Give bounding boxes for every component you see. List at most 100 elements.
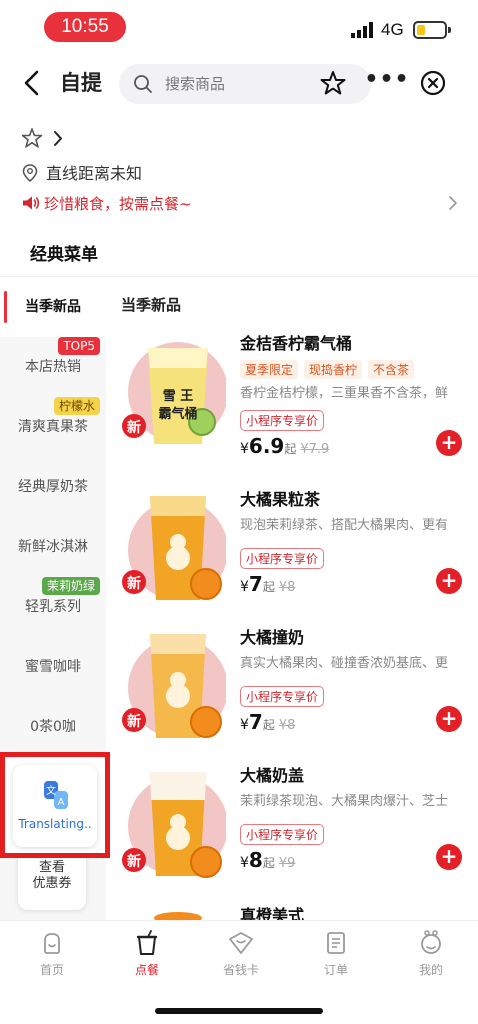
tab-orders[interactable]: 订单 — [301, 929, 371, 985]
product-card[interactable]: 雪 王 霸气桶 新 金桔香柠霸气桶 夏季限定 现捣香柠 不含茶 香柠金桔柠檬，三… — [106, 330, 478, 470]
add-to-cart-button[interactable]: + — [436, 844, 462, 870]
bottom-tab-bar: 首页 点餐 省钱卡 订单 我的 — [0, 920, 478, 992]
tab-home[interactable]: 首页 — [17, 929, 87, 985]
svg-text:文: 文 — [46, 784, 56, 797]
product-name: 大橘奶盖 — [240, 766, 305, 785]
order-icon — [327, 932, 345, 954]
home-icon — [44, 933, 60, 954]
add-to-cart-button[interactable]: + — [436, 706, 462, 732]
view-coupons-button[interactable]: 查看 优惠券 — [18, 850, 86, 910]
sidebar-item-light-milk[interactable]: 茉莉奶绿 轻乳系列 — [0, 577, 106, 637]
price-amount: 8 — [248, 848, 263, 872]
currency-symbol: ¥ — [240, 579, 249, 595]
original-price: ¥8 — [278, 580, 296, 595]
add-to-cart-button[interactable]: + — [436, 568, 462, 594]
signal-icon — [351, 22, 373, 38]
new-badge: 新 — [127, 575, 141, 592]
more-options-icon[interactable]: ••• — [361, 65, 413, 101]
network-type: 4G — [381, 20, 404, 39]
new-badge: 新 — [127, 853, 141, 870]
sidebar-item-fruit-tea[interactable]: 柠檬水 清爽真果茶 — [0, 397, 106, 457]
back-arrow-icon[interactable] — [18, 68, 48, 98]
translating-overlay[interactable]: 文 A Translating.. — [0, 752, 110, 858]
speaker-icon — [23, 196, 40, 210]
search-input[interactable] — [165, 64, 315, 104]
new-badge: 新 — [127, 419, 141, 436]
mini-program-price-tag: 小程序专享价 — [240, 410, 325, 431]
sidebar-item-hot[interactable]: TOP5 本店热销 — [0, 337, 106, 397]
home-indicator[interactable] — [155, 1008, 323, 1014]
product-card[interactable]: 真橙美式 — [106, 900, 478, 920]
translate-app-icon: 文 A — [44, 781, 68, 809]
cup-icon — [136, 930, 158, 955]
product-price: ¥7起 ¥8 — [240, 710, 295, 734]
tab-savings-card[interactable]: 省钱卡 — [206, 929, 276, 985]
tab-profile[interactable]: 我的 — [396, 929, 466, 985]
sidebar-item-label: 当季新品 — [25, 299, 81, 315]
svg-text:A: A — [58, 797, 65, 808]
price-from: 起 — [262, 580, 275, 594]
product-price: ¥7起 ¥8 — [240, 572, 295, 596]
top5-badge: TOP5 — [58, 337, 100, 355]
tab-label: 我的 — [418, 963, 443, 977]
tab-label: 省钱卡 — [222, 963, 259, 977]
tab-classic-menu[interactable]: 经典菜单 — [30, 240, 98, 265]
notice-text: 珍惜粮食，按需点餐~ — [44, 195, 192, 213]
store-favorite-row[interactable] — [22, 128, 82, 150]
product-image: 新 — [122, 496, 226, 600]
sidebar-item-coffee[interactable]: 蜜雪咖啡 — [0, 637, 106, 697]
price-amount: 7 — [248, 572, 263, 596]
product-description: 现泡茉莉绿茶、搭配大橘果肉、更有 — [240, 518, 449, 533]
sidebar-item-label: 蜜雪咖啡 — [25, 659, 81, 675]
battery-icon — [413, 21, 451, 39]
tab-label: 首页 — [39, 963, 64, 977]
sidebar-item-label: 本店热销 — [25, 359, 81, 375]
search-icon — [134, 75, 152, 93]
add-to-cart-button[interactable]: + — [436, 430, 462, 456]
savings-card-icon — [229, 932, 253, 954]
currency-symbol: ¥ — [240, 717, 249, 733]
product-tags: 夏季限定 现捣香柠 不含茶 — [240, 360, 415, 379]
miniprogram-capsule: ••• — [361, 65, 464, 101]
sidebar-item-zero[interactable]: 0茶0咖 — [0, 697, 106, 757]
product-description: 香柠金桔柠檬，三重果香不含茶，鲜 — [240, 386, 449, 401]
new-badge: 新 — [127, 713, 141, 730]
product-image: 雪 王 霸气桶 新 — [122, 342, 226, 444]
tab-label: 点餐 — [134, 963, 159, 977]
product-description: 真实大橘果肉、碰撞香浓奶基底、更 — [240, 656, 449, 671]
product-tag: 不含茶 — [368, 360, 415, 379]
currency-symbol: ¥ — [240, 855, 249, 871]
product-card[interactable]: 新 大橘果粒茶 现泡茉莉绿茶、搭配大橘果肉、更有 小程序专享价 ¥7起 ¥8 + — [106, 486, 478, 626]
tab-label: 订单 — [323, 963, 348, 977]
original-price: ¥8 — [278, 718, 296, 733]
mini-program-price-tag: 小程序专享价 — [240, 686, 325, 707]
favorite-star-icon[interactable] — [319, 69, 347, 97]
sidebar-item-label: 轻乳系列 — [25, 599, 81, 615]
price-from: 起 — [262, 718, 275, 732]
product-name: 大橘果粒茶 — [240, 490, 321, 509]
product-name: 金桔香柠霸气桶 — [240, 334, 353, 353]
product-card[interactable]: 新 大橘撞奶 真实大橘果肉、碰撞香浓奶基底、更 小程序专享价 ¥7起 ¥8 + — [106, 624, 478, 764]
translate-card: 文 A Translating.. — [13, 765, 97, 847]
cup-text-2: 霸气桶 — [158, 406, 197, 422]
product-name: 真橙美式 — [240, 906, 305, 920]
close-icon[interactable] — [419, 69, 447, 97]
product-card[interactable]: 新 大橘奶盖 茉莉绿茶现泡、大橘果肉爆汁、芝士 小程序专享价 ¥8起 ¥9 + — [106, 762, 478, 902]
sidebar-item-label: 0茶0咖 — [30, 719, 76, 735]
store-distance: 直线距离未知 — [22, 160, 142, 184]
sidebar-item-milk-tea[interactable]: 经典厚奶茶 — [0, 457, 106, 517]
sidebar-item-label: 新鲜冰淇淋 — [18, 539, 88, 555]
location-pin-icon — [22, 164, 38, 182]
price-amount: 7 — [248, 710, 263, 734]
product-price: ¥8起 ¥9 — [240, 848, 295, 872]
sidebar-item-ice-cream[interactable]: 新鲜冰淇淋 — [0, 517, 106, 577]
nav-bar: 自提 ••• — [0, 56, 478, 112]
sidebar-item-seasonal[interactable]: 当季新品 — [0, 277, 106, 337]
tab-order-food[interactable]: 点餐 — [112, 929, 182, 985]
notice-bar[interactable]: 珍惜粮食，按需点餐~ — [22, 193, 462, 214]
chevron-right-icon — [449, 196, 457, 210]
coupon-label-1: 查看 — [38, 860, 65, 875]
sidebar-item-label: 清爽真果茶 — [18, 419, 88, 435]
mini-program-price-tag: 小程序专享价 — [240, 824, 325, 845]
price-from: 起 — [262, 856, 275, 870]
